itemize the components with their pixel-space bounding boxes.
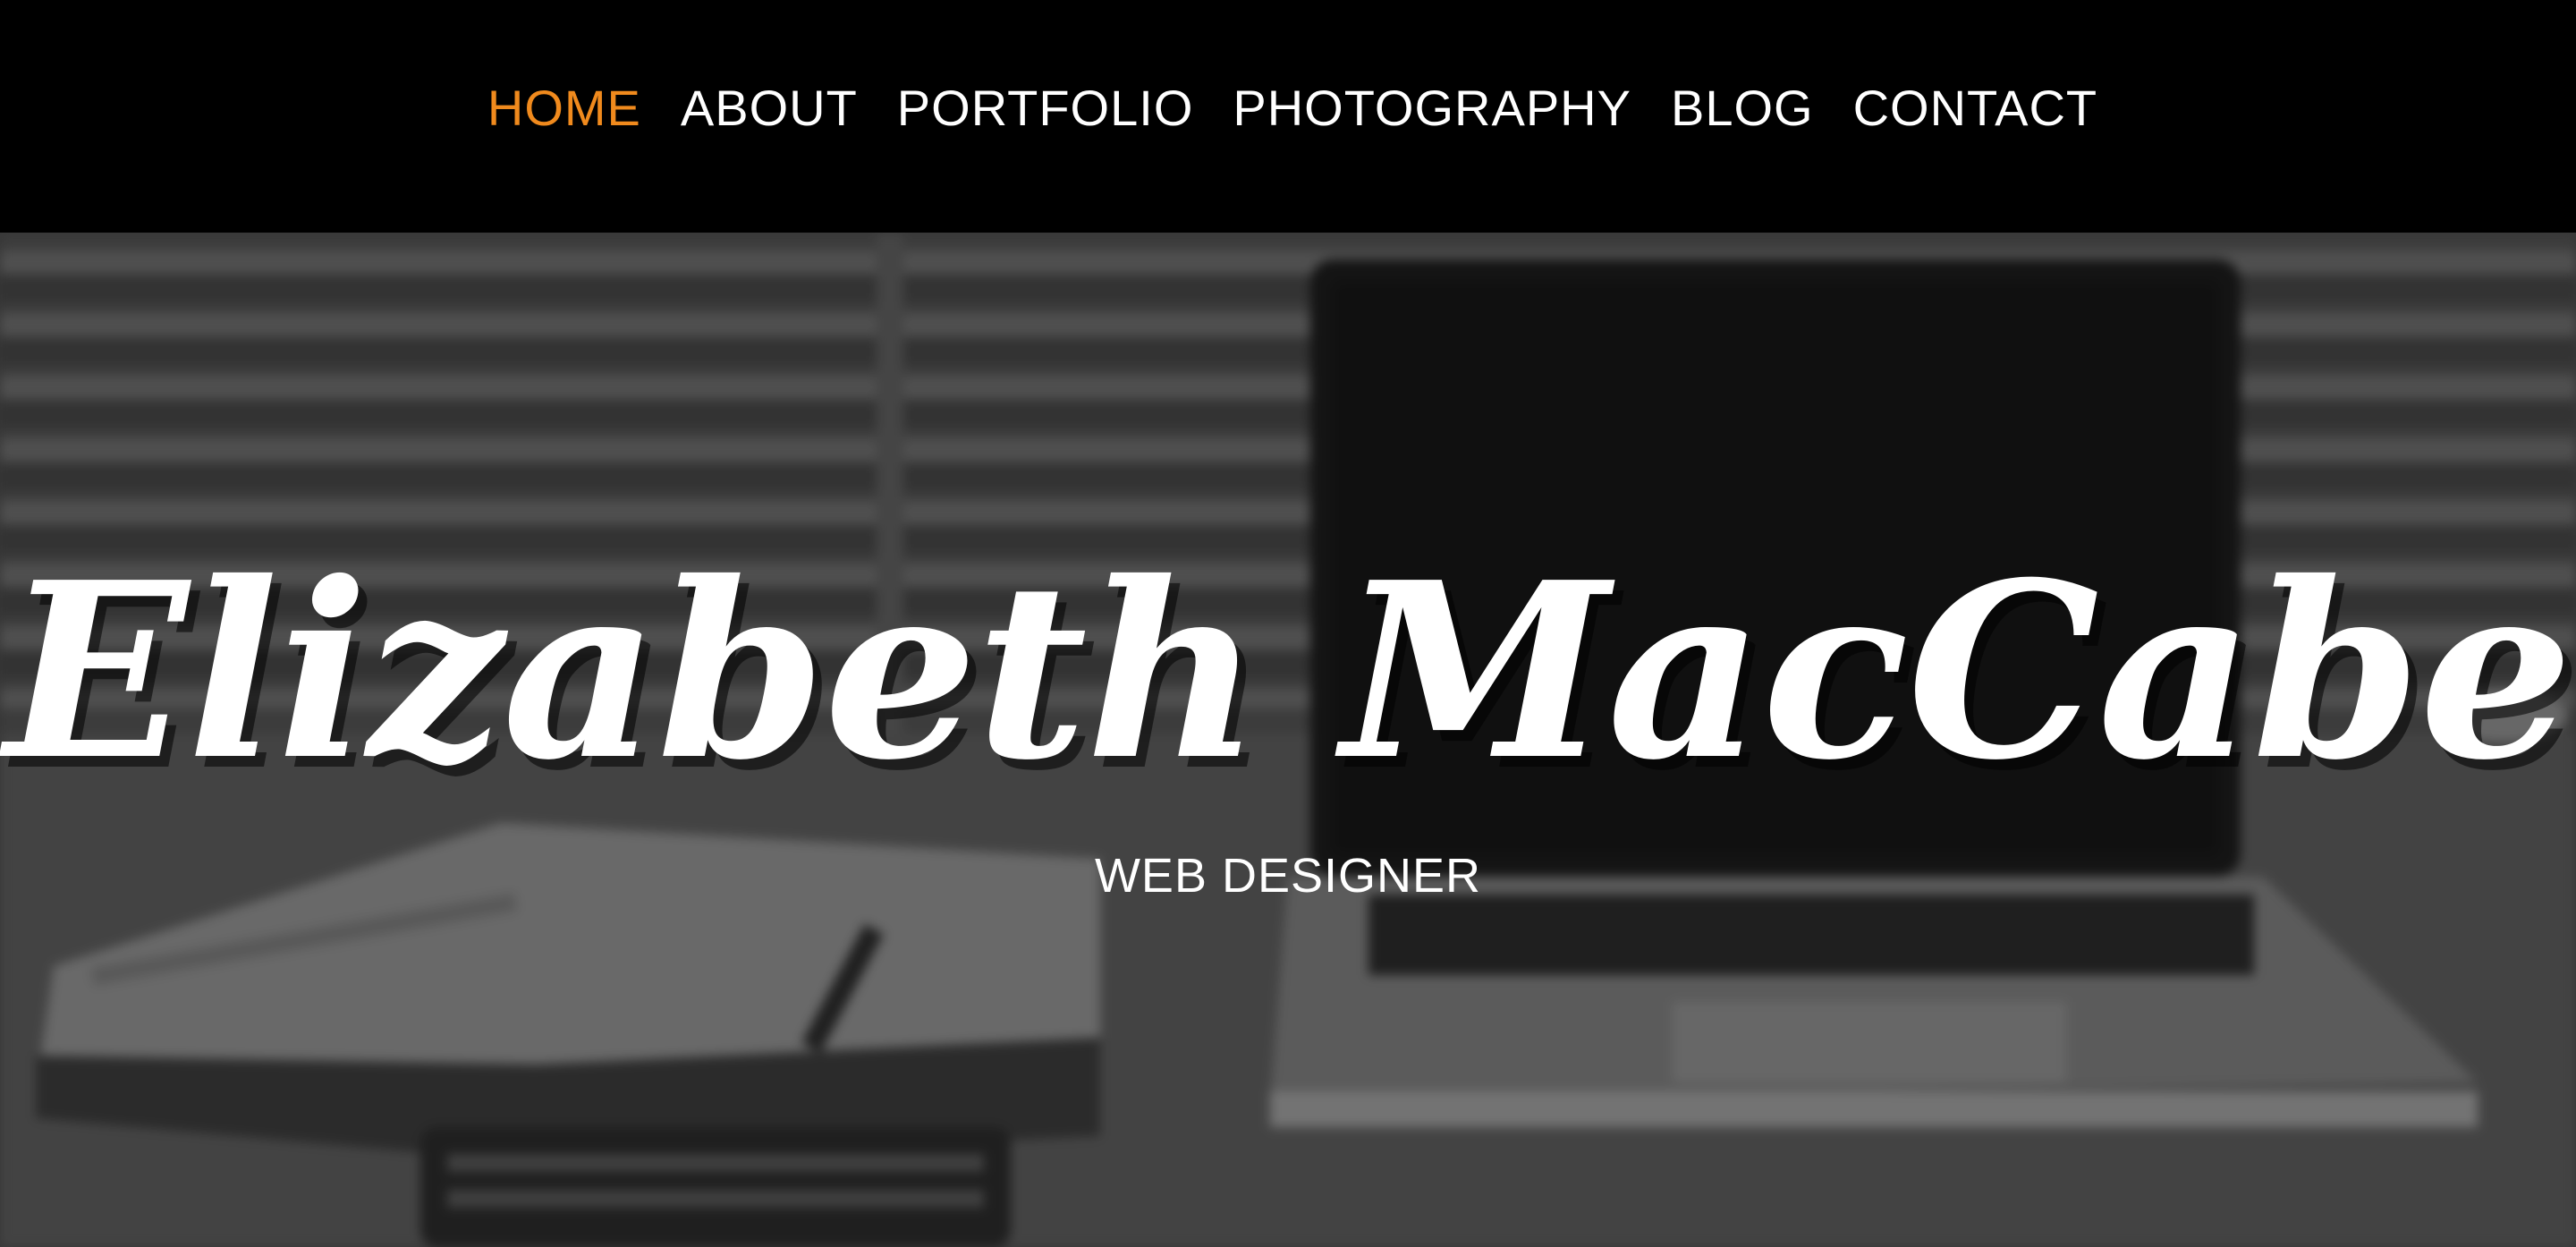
nav-link-portfolio[interactable]: PORTFOLIO	[897, 80, 1194, 136]
nav-link-photography[interactable]: PHOTOGRAPHY	[1233, 80, 1631, 136]
nav-link-home[interactable]: HOME	[487, 80, 641, 136]
nav-link-blog[interactable]: BLOG	[1671, 80, 1814, 136]
top-navigation-bar: HOME ABOUT PORTFOLIO PHOTOGRAPHY BLOG CO…	[0, 0, 2576, 233]
hero-section: Elizabeth MacCabe WEB DESIGNER	[0, 233, 2576, 1247]
hero-subtitle: WEB DESIGNER	[1094, 849, 1482, 903]
hero-heading-group: Elizabeth MacCabe WEB DESIGNER	[0, 528, 2576, 903]
hero-name-title: Elizabeth MacCabe	[4, 529, 2572, 813]
nav-link-about[interactable]: ABOUT	[681, 80, 858, 136]
nav-link-contact[interactable]: CONTACT	[1853, 80, 2098, 136]
nav-menu: HOME ABOUT PORTFOLIO PHOTOGRAPHY BLOG CO…	[0, 77, 2576, 140]
